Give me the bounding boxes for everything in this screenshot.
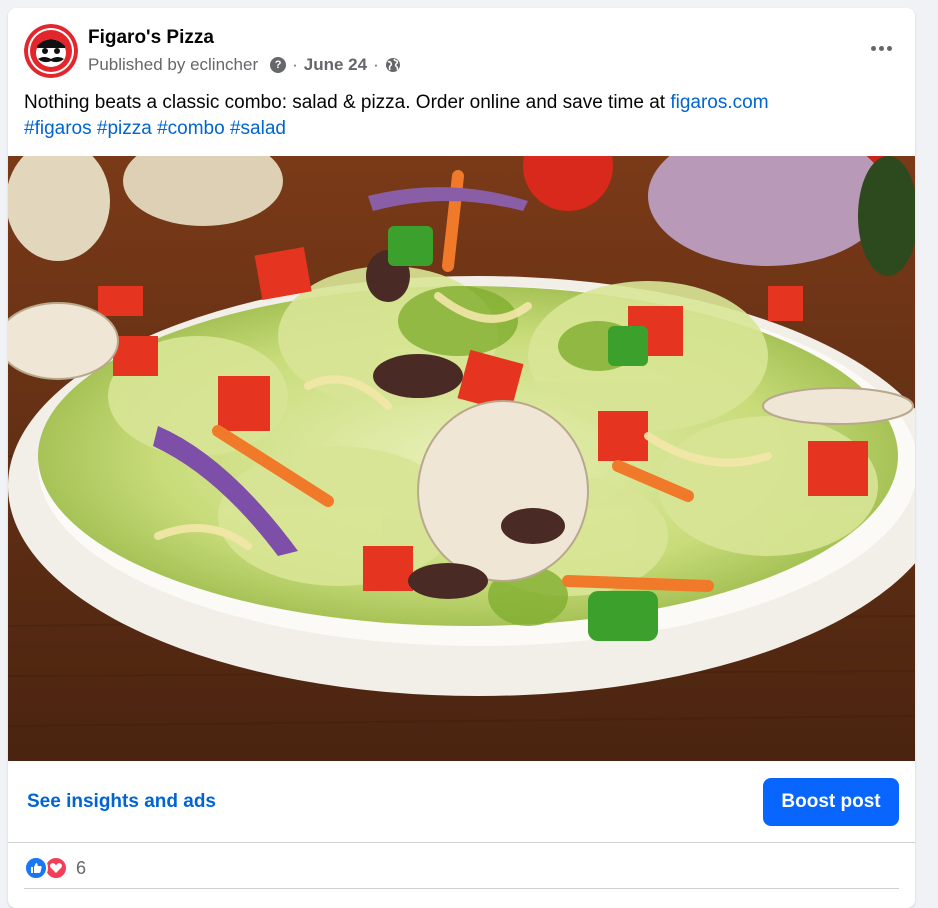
- help-icon[interactable]: ?: [270, 57, 287, 73]
- published-by: Published by eclincher: [88, 55, 259, 74]
- boost-post-button[interactable]: Boost post: [763, 778, 899, 826]
- meta-separator: ·: [373, 55, 379, 74]
- hashtag-salad[interactable]: #salad: [230, 118, 286, 139]
- hashtag-pizza[interactable]: #pizza: [97, 118, 152, 139]
- meta-separator: ·: [292, 55, 298, 74]
- caption-link[interactable]: figaros.com: [670, 92, 768, 113]
- see-insights-link[interactable]: See insights and ads: [27, 791, 216, 813]
- globe-icon[interactable]: [385, 57, 401, 73]
- like-icon: [24, 856, 48, 880]
- post-card: Figaro's Pizza Published by eclincher ? …: [8, 8, 915, 908]
- post-actions: See insights and ads Boost post: [8, 761, 915, 843]
- hashtag-figaros[interactable]: #figaros: [24, 118, 92, 139]
- page-avatar[interactable]: [24, 24, 78, 78]
- reaction-count: 6: [76, 857, 87, 878]
- post-caption: Nothing beats a classic combo: salad & p…: [24, 90, 904, 142]
- page-name[interactable]: Figaro's Pizza: [88, 27, 214, 49]
- post-header: Figaro's Pizza Published by eclincher ? …: [8, 8, 915, 88]
- footer-divider: [24, 888, 899, 889]
- post-meta: Published by eclincher ? · June 24 ·: [88, 54, 401, 76]
- hashtag-combo[interactable]: #combo: [157, 118, 225, 139]
- salad-photo: [8, 156, 915, 761]
- post-photo[interactable]: [8, 156, 915, 761]
- caption-text: Nothing beats a classic combo: salad & p…: [24, 92, 671, 113]
- figaros-logo: [24, 24, 78, 78]
- reactions-summary[interactable]: 6: [24, 854, 86, 882]
- post-date[interactable]: June 24: [304, 55, 367, 75]
- more-icon[interactable]: [863, 34, 899, 62]
